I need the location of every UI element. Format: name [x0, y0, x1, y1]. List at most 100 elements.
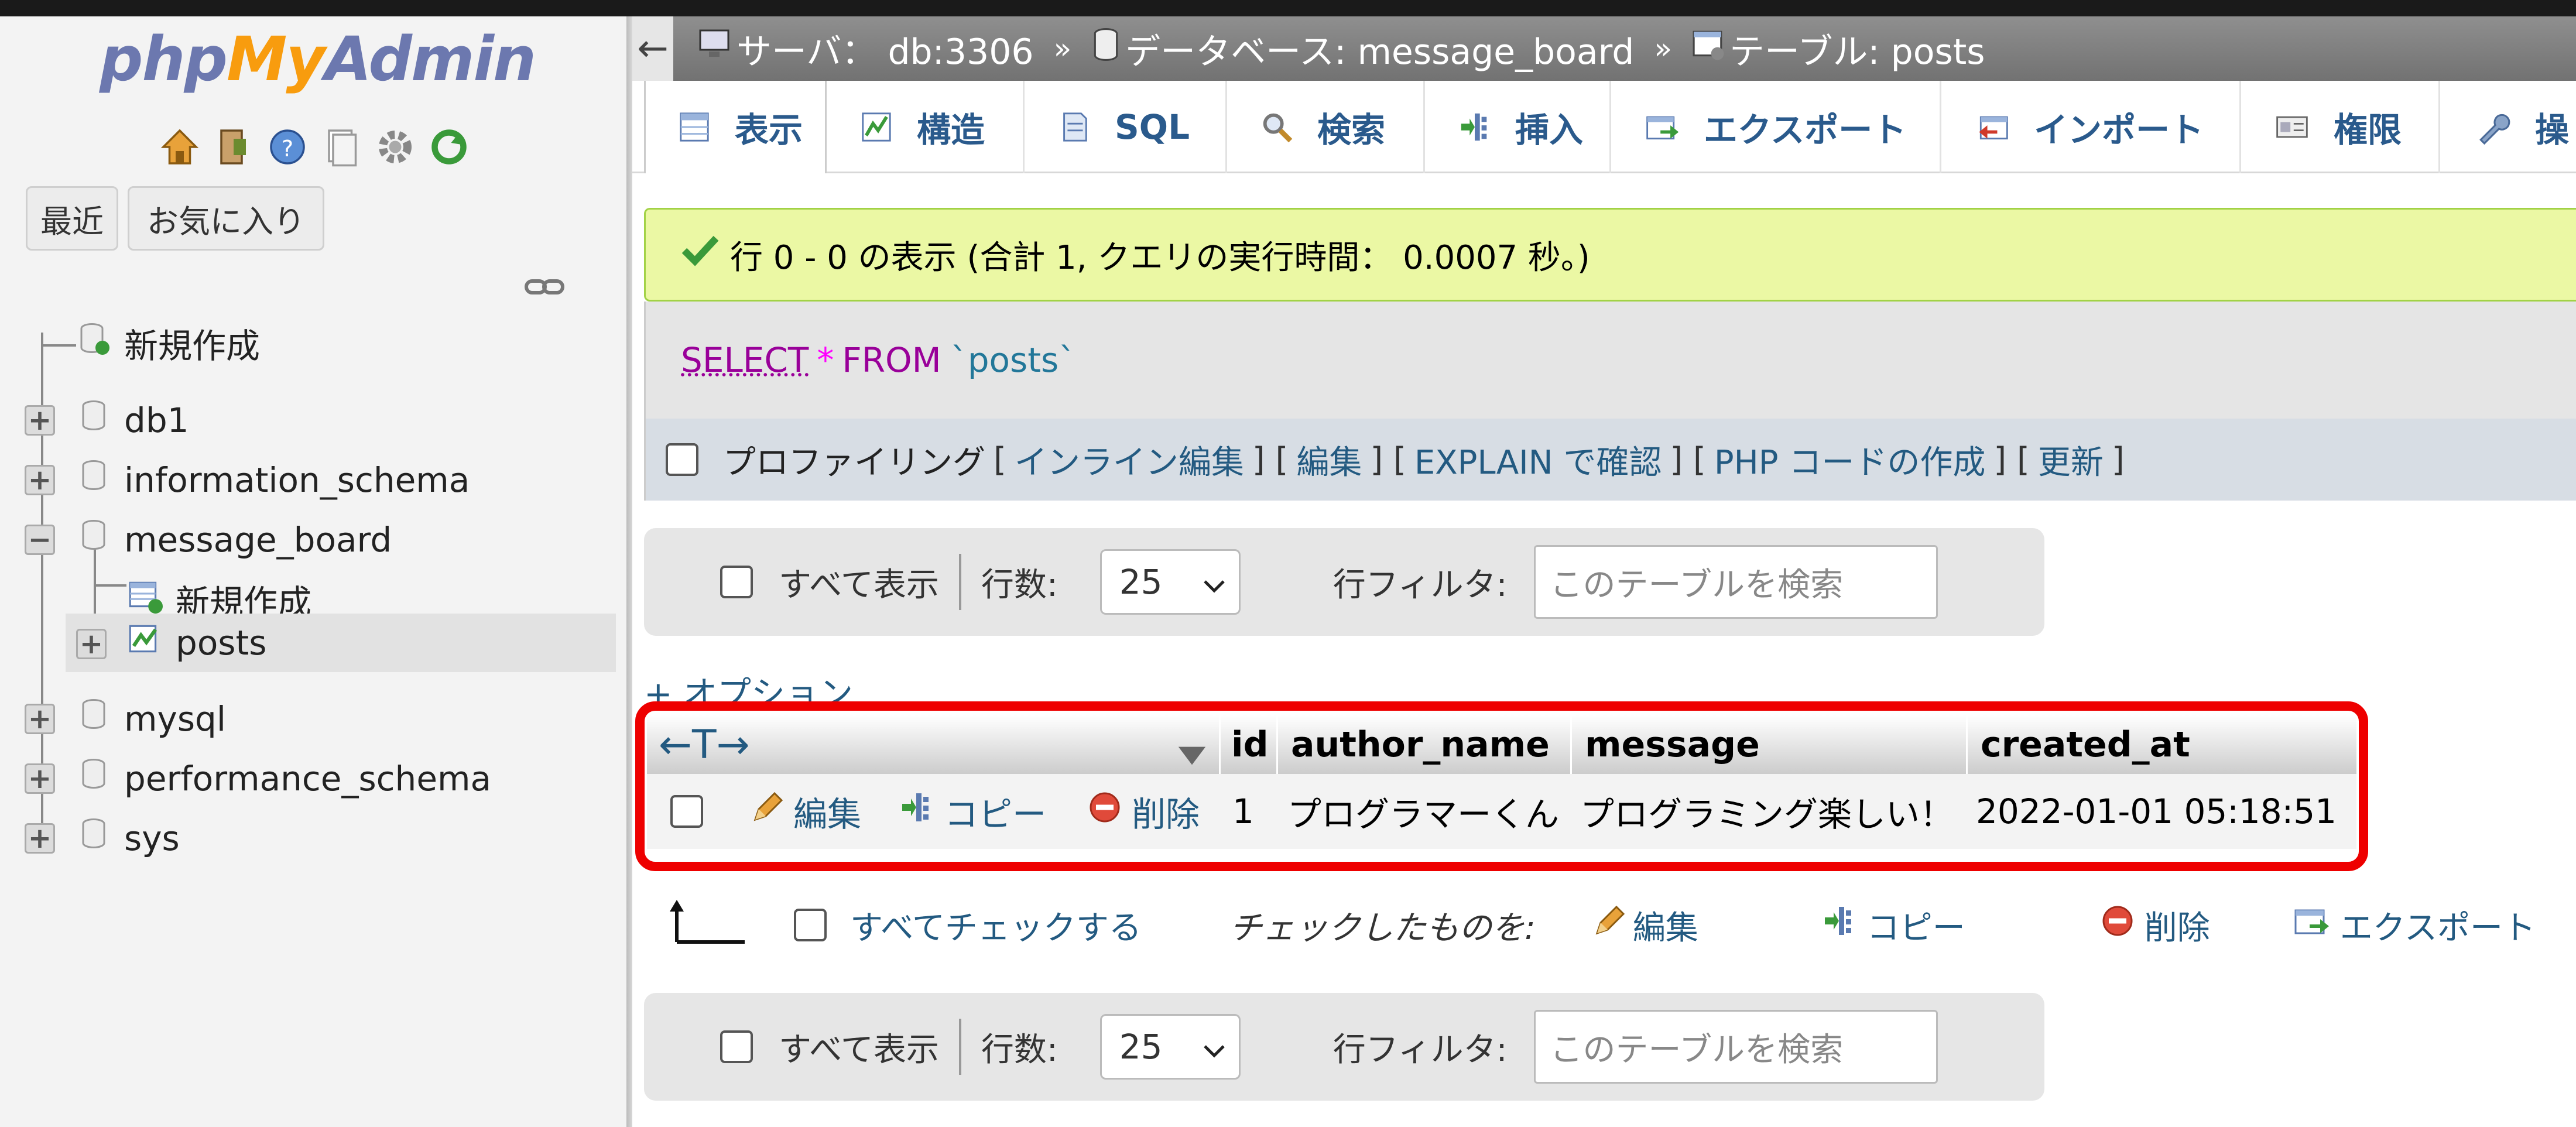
- tab-privileges[interactable]: 権限: [2241, 81, 2440, 173]
- database-icon: [76, 458, 111, 502]
- collapse-sidebar-button[interactable]: ←: [632, 16, 673, 81]
- copy-insert-icon: [1821, 903, 1856, 947]
- svg-text:?: ?: [282, 136, 293, 162]
- rows-label: 行数:: [981, 566, 1058, 604]
- filter-label: 行フィルタ:: [1332, 1030, 1508, 1069]
- show-all-checkbox[interactable]: [720, 1030, 753, 1063]
- recent-button[interactable]: 最近: [26, 186, 118, 251]
- docs-icon[interactable]: [318, 124, 364, 170]
- tree-item-mysql[interactable]: mysql: [76, 690, 226, 748]
- database-new-icon: [76, 321, 111, 365]
- delete-icon: [2100, 903, 2135, 947]
- breadcrumb-table[interactable]: テーブル: posts: [1692, 23, 1985, 74]
- check-all-checkbox[interactable]: [794, 909, 827, 941]
- expand-mysql-icon[interactable]: +: [25, 704, 55, 734]
- sql-select-keyword[interactable]: SELECT: [681, 340, 809, 380]
- bulk-edit-button[interactable]: 編集: [1592, 902, 1698, 949]
- navigation-panel-top: すべて表示 行数: 25 行フィルタ: このテーブルを検索: [644, 528, 2044, 636]
- link-panels-icon[interactable]: [524, 275, 565, 299]
- tree-line: [94, 584, 126, 587]
- pencil-icon: [1592, 903, 1627, 947]
- reload-icon[interactable]: [426, 124, 472, 170]
- explain-link[interactable]: EXPLAIN で確認: [1414, 436, 1662, 484]
- breadcrumb-database[interactable]: データベース: message_board: [1091, 23, 1634, 74]
- bulk-actions-bar: すべてチェックする チェックしたものを: 編集 コピー 削除 エクスポート: [667, 890, 2576, 960]
- phpmyadmin-logo[interactable]: phpMyAdmin: [100, 23, 536, 95]
- expand-performance-schema-icon[interactable]: +: [25, 763, 55, 794]
- tab-export[interactable]: エクスポート: [1611, 81, 1941, 173]
- expand-information-schema-icon[interactable]: +: [25, 465, 55, 495]
- table-tabs: 表示 構造 SQL 検索 挿入 エクスポート インポート 権限 操: [632, 81, 2576, 173]
- tree-item-information-schema[interactable]: information_schema: [76, 451, 470, 509]
- bulk-delete-button[interactable]: 削除: [2100, 902, 2210, 949]
- import-icon: [1974, 110, 2010, 144]
- filter-label: 行フィルタ:: [1332, 566, 1508, 604]
- tab-sql[interactable]: SQL: [1025, 81, 1227, 173]
- profiling-label: プロファイリング: [723, 443, 985, 482]
- database-icon: [76, 399, 111, 442]
- tab-insert[interactable]: 挿入: [1425, 81, 1611, 173]
- tab-browse[interactable]: 表示: [644, 81, 827, 173]
- show-all-checkbox[interactable]: [720, 566, 753, 598]
- tab-import[interactable]: インポート: [1941, 81, 2241, 173]
- search-icon: [1260, 110, 1294, 144]
- exit-icon[interactable]: [211, 124, 256, 170]
- tree-item-db1[interactable]: db1: [76, 391, 189, 450]
- tab-structure[interactable]: 構造: [827, 81, 1025, 173]
- row-filter-input[interactable]: このテーブルを検索: [1534, 1010, 1938, 1084]
- show-all-label: すべて表示: [779, 1030, 939, 1069]
- check-all-link[interactable]: すべてチェックする: [850, 902, 1142, 949]
- tree-item-posts[interactable]: posts: [66, 614, 616, 672]
- browse-icon: [677, 110, 711, 144]
- export-icon: [2292, 903, 2331, 947]
- sql-icon: [1057, 110, 1091, 144]
- tree-item-sys[interactable]: sys: [76, 809, 180, 868]
- with-selected-label: チェックしたものを:: [1229, 909, 1536, 947]
- database-icon: [76, 518, 111, 561]
- inline-edit-link[interactable]: インライン編集: [1015, 436, 1244, 484]
- tree-item-new[interactable]: 新規作成: [76, 314, 260, 372]
- arrow-up-icon: [667, 898, 747, 953]
- chevron-down-icon: [1203, 1027, 1226, 1067]
- success-check-icon: [681, 234, 720, 275]
- help-icon[interactable]: ?: [265, 124, 310, 170]
- collapse-message-board-icon[interactable]: −: [25, 525, 55, 555]
- server-icon: [697, 28, 732, 70]
- tab-operations[interactable]: 操: [2440, 81, 2576, 173]
- sql-star: *: [817, 340, 834, 380]
- highlight-annotation-frame: [635, 701, 2368, 871]
- tree-item-performance-schema[interactable]: performance_schema: [76, 749, 491, 808]
- database-icon: [1091, 28, 1121, 70]
- expand-posts-icon[interactable]: +: [76, 629, 107, 659]
- sql-query-display: SELECT * FROM `posts`: [644, 302, 2576, 419]
- tree-item-message-board[interactable]: message_board: [76, 511, 392, 569]
- sidebar-quick-icons: ?: [157, 124, 472, 170]
- home-icon[interactable]: [157, 124, 203, 170]
- database-icon: [76, 757, 111, 800]
- rows-select[interactable]: 25: [1099, 549, 1241, 615]
- row-filter-input[interactable]: このテーブルを検索: [1534, 545, 1938, 619]
- navigation-sidebar: phpMyAdmin ? 最近 お気に入り 新規作成 + db1 + infor…: [0, 16, 626, 1127]
- breadcrumb-server[interactable]: サーバ： db:3306: [697, 23, 1034, 74]
- export-icon: [1644, 110, 1680, 144]
- edit-query-link[interactable]: 編集: [1296, 436, 1362, 484]
- chevron-down-icon: [1203, 562, 1226, 602]
- structure-icon: [859, 110, 893, 144]
- rows-select[interactable]: 25: [1099, 1014, 1241, 1080]
- query-success-message: 行 0 - 0 の表示 (合計 1, クエリの実行時間： 0.0007 秒。): [644, 208, 2576, 302]
- refresh-link[interactable]: 更新: [2038, 436, 2104, 484]
- create-php-code-link[interactable]: PHP コードの作成: [1714, 436, 1985, 484]
- tab-search[interactable]: 検索: [1227, 81, 1425, 173]
- bulk-export-button[interactable]: エクスポート: [2292, 902, 2536, 949]
- database-icon: [76, 697, 111, 741]
- profiling-checkbox[interactable]: [666, 443, 698, 476]
- bulk-copy-button[interactable]: コピー: [1821, 902, 1965, 949]
- expand-sys-icon[interactable]: +: [25, 823, 55, 854]
- expand-db1-icon[interactable]: +: [25, 405, 55, 436]
- table-structure-icon: [126, 621, 163, 665]
- settings-gear-icon[interactable]: [372, 124, 418, 170]
- sidebar-resize-handle[interactable]: [626, 16, 632, 1127]
- favorites-button[interactable]: お気に入り: [128, 186, 324, 251]
- query-options-bar: プロファイリング [ インライン編集 ] [ 編集 ] [ EXPLAIN で確…: [644, 419, 2576, 501]
- sql-table-name: `posts`: [950, 340, 1076, 380]
